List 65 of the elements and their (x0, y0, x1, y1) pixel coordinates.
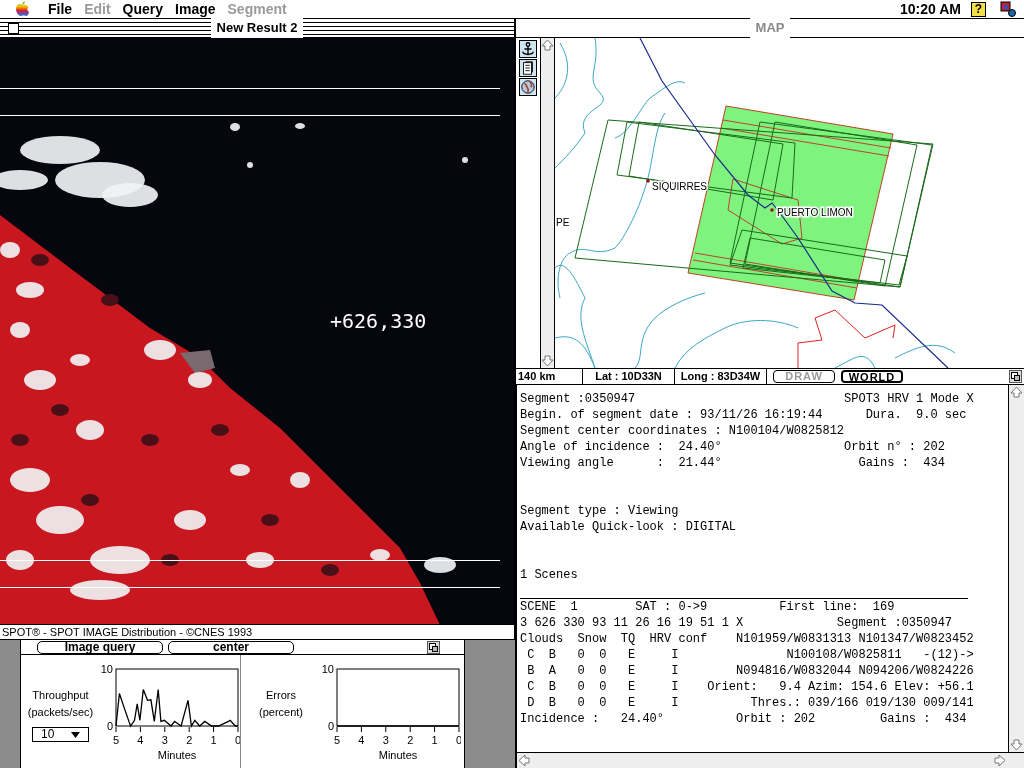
text-line: D B 0 0 E I Thres.: 039/166 019/130 009/141 (526, 695, 975, 711)
menu-item[interactable]: File (42, 0, 79, 20)
apple-menu-icon[interactable] (14, 1, 30, 17)
tick-label: 4 (137, 734, 144, 746)
axis-title: Minutes (378, 749, 418, 761)
query-button[interactable]: center (168, 640, 294, 654)
globe-icon[interactable] (519, 78, 537, 96)
cursor-coordinates: +626,330 (330, 308, 427, 335)
horizontal-scrollbar[interactable] (517, 752, 1024, 768)
clock: 10:20 AM (900, 0, 961, 19)
chart-axis-label: Errors (percent) (258, 688, 304, 720)
anchor-icon[interactable] (519, 40, 537, 58)
help-button[interactable]: ? (971, 1, 986, 17)
latitude-readout: Lat : 10D33N (583, 369, 675, 384)
text-line: Begin. of segment date : 93/11/26 16:19:44 Dura. 9.0 sec (520, 407, 968, 423)
image-caption: SPOT® - SPOT IMAGE Distribution - ©CNES 1993 (0, 624, 514, 639)
text-line: B A 0 0 E I N094816/W0832044 N094206/W0824226 (526, 663, 975, 679)
map-label: PE (556, 217, 570, 228)
window-title: New Result 2 (210, 18, 304, 38)
text-line: Available Quick-look : DIGITAL (520, 519, 738, 535)
window-title: MAP (749, 18, 791, 38)
tick-label: 0 (106, 720, 113, 732)
tick-label: 2 (186, 734, 193, 746)
vertical-scrollbar[interactable] (1008, 385, 1024, 752)
text-line: Segment center coordinates : N100104/W0825812 (520, 423, 846, 439)
dropdown-caret-icon (71, 731, 80, 738)
tick-label: 10 (321, 664, 334, 675)
query-button[interactable]: Image query (37, 640, 163, 654)
scroll-down-arrow-icon (1010, 738, 1023, 751)
rate-dropdown[interactable]: 10 (32, 727, 89, 742)
text-line: Clouds Snow TQ HRV conf N101959/W0831313 N101347/W0823452 (520, 631, 975, 647)
tick-label: 5 (333, 734, 341, 746)
tick-label: 5 (112, 734, 120, 746)
map-button[interactable]: WORLD (841, 370, 903, 383)
tick-label: 3 (382, 734, 389, 746)
text-line: Angle of incidence : 24.40° Orbit n° : 202 (520, 439, 946, 455)
menu-item[interactable]: Image (169, 0, 222, 20)
text-line: Segment :0350947 SPOT3 HRV 1 Mode X (520, 391, 975, 407)
text-line: 3 626 330 93 11 26 16 19 51 1 X Segment :0350947 (520, 615, 954, 631)
text-line: Incidence : 24.40° Orbit : 202 Gains : 434 (520, 711, 968, 727)
text-line: Segment type : Viewing (520, 503, 680, 519)
map-scale: 140 km (516, 369, 583, 384)
close-box[interactable] (8, 23, 19, 34)
tick-label: 0 (455, 734, 461, 746)
tick-label: 4 (358, 734, 365, 746)
chart-axis-label: Throughput (packets/sec) (26, 688, 95, 720)
tick-label: 3 (161, 734, 168, 746)
scroll-right-arrow-icon (993, 754, 1006, 767)
text-line: SCENE 1 SAT : 0->9 First line: 169 (520, 599, 896, 615)
tick-label: 0 (234, 734, 240, 746)
text-line: Viewing angle : 21.44° Gains : 434 (520, 455, 946, 471)
document-icon[interactable] (519, 59, 537, 77)
tick-label: 1 (210, 734, 217, 746)
axis-title: Minutes (157, 749, 197, 761)
tick-label: 1 (431, 734, 438, 746)
vertical-scrollbar[interactable] (540, 38, 555, 368)
application-icon[interactable] (1000, 1, 1016, 17)
longitude-readout: Long : 83D34W (675, 369, 767, 384)
tick-label: 0 (327, 720, 334, 732)
tick-label: 2 (407, 734, 414, 746)
text-line: C B 0 0 E I N100108/W0825811 -(12)-> (526, 647, 975, 663)
text-line: C B 0 0 E I Orient: 9.4 Azim: 154.6 Elev: +56.1 (526, 679, 975, 695)
text-line: 1 Scenes (520, 567, 579, 583)
menu-item[interactable]: Query (116, 0, 170, 20)
tick-label: 10 (100, 664, 113, 675)
